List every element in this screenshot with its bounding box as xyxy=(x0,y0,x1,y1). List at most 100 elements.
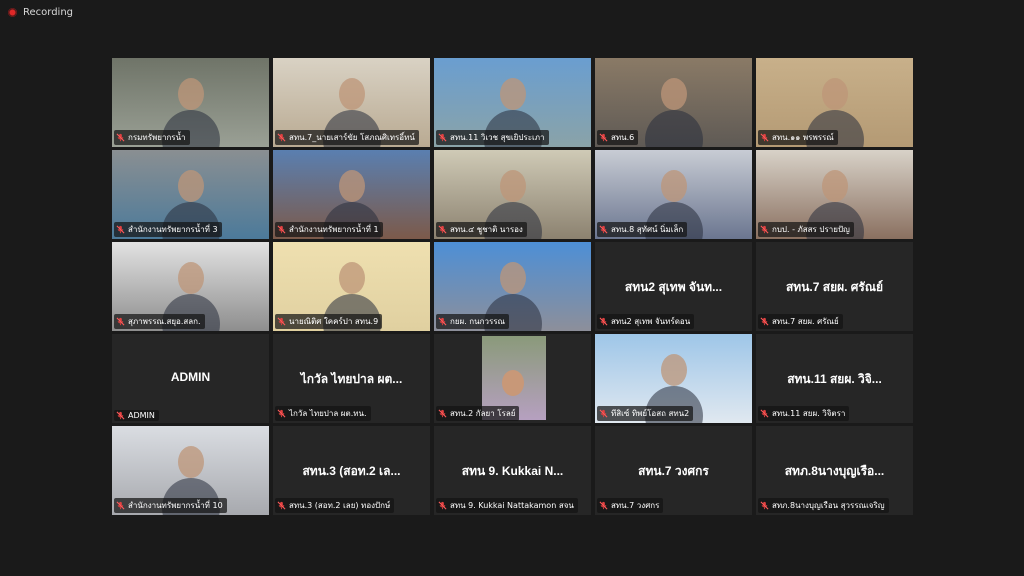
mic-muted-icon xyxy=(116,411,125,420)
participant-name-label: สทน.7 สยผ. ศรัณย์ xyxy=(758,314,843,329)
participant-tile[interactable]: สทน2 สุเทพ จันท... สทน2 สุเทพ จันทร์ดอน xyxy=(595,242,752,331)
participant-name: สทน.6 xyxy=(611,133,635,142)
participant-tile[interactable]: สำนักงานทรัพยากรน้ำที่ 10 xyxy=(112,426,269,515)
mic-muted-icon xyxy=(599,133,608,142)
participant-name-label: กรมทรัพยากรน้ำ xyxy=(114,130,190,145)
participant-display-name: สทน.11 สยผ. วิจิ... xyxy=(787,372,882,386)
participant-name: ไกวัล ไทยปาล ผต.ทน. xyxy=(289,409,367,418)
participant-name-label: นายณิติศ ใคคร์ปา สทน.9 xyxy=(275,314,383,329)
participant-tile[interactable]: ไกวัล ไทยปาล ผต... ไกวัล ไทยปาล ผต.ทน. xyxy=(273,334,430,423)
participant-tile[interactable]: ทีสิเซ์ ทิพย์โอสถ สทน2 xyxy=(595,334,752,423)
participant-name-label: สทน.8 สุทัศน์ นิ่มเล็ก xyxy=(597,222,688,237)
participant-name-label: สุภาพรรณ.สยุอ.สลก. xyxy=(114,314,205,329)
participant-tile[interactable]: สทน 9. Kukkai N... สทน 9. Kukkai Nattakam… xyxy=(434,426,591,515)
mic-muted-icon xyxy=(438,501,447,510)
participant-tile[interactable]: สทน.11 สยผ. วิจิ... สทน.11 สยผ. วิจิตรา xyxy=(756,334,913,423)
participant-name-label: ไกวัล ไทยปาล ผต.ทน. xyxy=(275,406,371,421)
participant-display-name: ไกวัล ไทยปาล ผต... xyxy=(300,372,403,386)
participant-name-label: สทน.๑๑ พรพรรณ์ xyxy=(758,130,838,145)
recording-indicator[interactable]: Recording xyxy=(8,7,73,18)
record-icon xyxy=(8,8,17,17)
participant-tile[interactable]: สทน.8 สุทัศน์ นิ่มเล็ก xyxy=(595,150,752,239)
mic-muted-icon xyxy=(760,501,769,510)
mic-muted-icon xyxy=(277,133,286,142)
participant-name: สทน.๑๑ พรพรรณ์ xyxy=(772,133,834,142)
participant-name: สทน.11 สยผ. วิจิตรา xyxy=(772,409,846,418)
participant-name-label: ADMIN xyxy=(114,410,159,421)
mic-muted-icon xyxy=(599,501,608,510)
participant-name: สทน.8 สุทัศน์ นิ่มเล็ก xyxy=(611,225,684,234)
mic-muted-icon xyxy=(277,501,286,510)
participant-name-label: สทน.6 xyxy=(597,130,639,145)
participant-tile[interactable]: สทน.7_นายเสาร์ขัย โสภณศิเทรอิ์ทน์ xyxy=(273,58,430,147)
mic-muted-icon xyxy=(116,501,125,510)
participant-display-name: ADMIN xyxy=(170,370,211,384)
recording-label: Recording xyxy=(23,7,74,18)
participant-display-name: สทน2 สุเทพ จันท... xyxy=(624,280,723,294)
participant-name: ADMIN xyxy=(128,411,155,420)
participant-tile[interactable]: กรมทรัพยากรน้ำ xyxy=(112,58,269,147)
participant-tile[interactable]: สุภาพรรณ.สยุอ.สลก. xyxy=(112,242,269,331)
mic-muted-icon xyxy=(116,225,125,234)
participant-tile[interactable]: สทน.6 xyxy=(595,58,752,147)
participant-name-label: สทน.2 กัลยา โรลย์ xyxy=(436,406,520,421)
participant-name: กรมทรัพยากรน้ำ xyxy=(128,133,186,142)
participant-name-label: กบป. - ภัสสร ปรายปัญ xyxy=(758,222,854,237)
participant-name-label: ทีสิเซ์ ทิพย์โอสถ สทน2 xyxy=(597,406,694,421)
participant-name-label: สทน.7 วงศกร xyxy=(597,498,664,513)
participant-tile[interactable]: สทน.๑๑ พรพรรณ์ xyxy=(756,58,913,147)
participant-name-label: สทน.11 สยผ. วิจิตรา xyxy=(758,406,850,421)
participant-tile[interactable]: กบป. - ภัสสร ปรายปัญ xyxy=(756,150,913,239)
participant-name-label: สทน.11 วิเวช สุขเยิประเภา xyxy=(436,130,549,145)
mic-muted-icon xyxy=(438,225,447,234)
participant-tile[interactable]: สทน.7 วงศกร สทน.7 วงศกร xyxy=(595,426,752,515)
mic-muted-icon xyxy=(277,225,286,234)
participant-tile[interactable]: สทภ.8นางบุญเรือ... สทภ.8นางบุญเรือน สุวรร… xyxy=(756,426,913,515)
participant-tile[interactable]: สทน.7 สยผ. ศรัณย์ สทน.7 สยผ. ศรัณย์ xyxy=(756,242,913,331)
participant-name: สทน.11 วิเวช สุขเยิประเภา xyxy=(450,133,545,142)
participant-tile[interactable]: สทน.3 (สอท.2 เล... สทน.3 (สอท.2 เลย) ทองป… xyxy=(273,426,430,515)
participant-tile[interactable]: สำนักงานทรัพยากรน้ำที่ 1 xyxy=(273,150,430,239)
mic-muted-icon xyxy=(599,317,608,326)
participant-display-name: สทภ.8นางบุญเรือ... xyxy=(784,464,885,478)
participant-tile[interactable]: สทน.11 วิเวช สุขเยิประเภา xyxy=(434,58,591,147)
mic-muted-icon xyxy=(116,317,125,326)
participant-name: สทน.3 (สอท.2 เลย) ทองปักษ์ xyxy=(289,501,391,510)
participant-display-name: สทน.7 สยผ. ศรัณย์ xyxy=(785,280,884,294)
participant-tile[interactable]: ADMIN ADMIN xyxy=(112,334,269,423)
participant-name-label: สำนักงานทรัพยากรน้ำที่ 3 xyxy=(114,222,222,237)
participant-name: สำนักงานทรัพยากรน้ำที่ 3 xyxy=(128,225,218,234)
participant-tile[interactable]: สทน.2 กัลยา โรลย์ xyxy=(434,334,591,423)
participant-name: สทน.7 วงศกร xyxy=(611,501,660,510)
participant-name-label: สทน.3 (สอท.2 เลย) ทองปักษ์ xyxy=(275,498,395,513)
participant-tile[interactable]: สทน.๔ ชูชาติ นารอง xyxy=(434,150,591,239)
participant-name-label: สทน.7_นายเสาร์ขัย โสภณศิเทรอิ์ทน์ xyxy=(275,130,419,145)
participant-name: ทีสิเซ์ ทิพย์โอสถ สทน2 xyxy=(611,409,690,418)
mic-muted-icon xyxy=(599,409,608,418)
participant-name-label: สำนักงานทรัพยากรน้ำที่ 10 xyxy=(114,498,227,513)
participant-name-label: สทน2 สุเทพ จันทร์ดอน xyxy=(597,314,695,329)
mic-muted-icon xyxy=(277,409,286,418)
participant-name: สทน.7 สยผ. ศรัณย์ xyxy=(772,317,839,326)
participant-name: สำนักงานทรัพยากรน้ำที่ 10 xyxy=(128,501,223,510)
mic-muted-icon xyxy=(438,409,447,418)
mic-muted-icon xyxy=(438,317,447,326)
participant-name: กบป. - ภัสสร ปรายปัญ xyxy=(772,225,850,234)
participant-name-label: กยผ. กนกวรรณ xyxy=(436,314,509,329)
participant-tile[interactable]: สำนักงานทรัพยากรน้ำที่ 3 xyxy=(112,150,269,239)
mic-muted-icon xyxy=(760,317,769,326)
participant-name-label: สำนักงานทรัพยากรน้ำที่ 1 xyxy=(275,222,383,237)
participant-name-label: สทน.๔ ชูชาติ นารอง xyxy=(436,222,527,237)
participant-name: สทน.7_นายเสาร์ขัย โสภณศิเทรอิ์ทน์ xyxy=(289,133,415,142)
participant-name: กยผ. กนกวรรณ xyxy=(450,317,505,326)
mic-muted-icon xyxy=(116,133,125,142)
participant-display-name: สทน 9. Kukkai N... xyxy=(461,464,564,478)
participant-name: สทน 9. Kukkai Nattakamon สจน xyxy=(450,501,574,510)
participant-name: สทน.2 กัลยา โรลย์ xyxy=(450,409,516,418)
video-gallery: กรมทรัพยากรน้ำ สทน.7_นายเสาร์ขัย โสภณศิเท… xyxy=(112,58,913,515)
mic-muted-icon xyxy=(760,409,769,418)
participant-tile[interactable]: กยผ. กนกวรรณ xyxy=(434,242,591,331)
participant-tile[interactable]: นายณิติศ ใคคร์ปา สทน.9 xyxy=(273,242,430,331)
participant-name-label: สทน 9. Kukkai Nattakamon สจน xyxy=(436,498,578,513)
participant-name: สทน2 สุเทพ จันทร์ดอน xyxy=(611,317,691,326)
